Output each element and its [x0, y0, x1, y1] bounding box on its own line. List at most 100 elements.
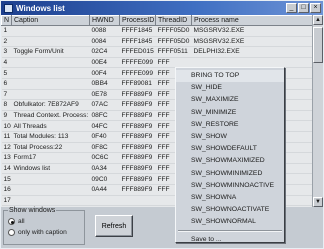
menu-item-sw-showmaximized[interactable]: SW_SHOWMAXIMIZED — [176, 155, 284, 167]
cell-processid: FFF889F9 — [119, 110, 156, 122]
cell-hwnd: 0F40 — [89, 131, 120, 143]
cell-threadid: FFFF0511 — [155, 46, 192, 58]
show-windows-group: Show windows all only with caption — [3, 207, 85, 245]
table-header-row: N Caption HWND ProcessID ThreadID Proces… — [1, 15, 312, 26]
menu-item-bring-to-top[interactable]: BRING TO TOP — [176, 70, 284, 83]
menu-item-sw-show[interactable]: SW_SHOW — [176, 131, 284, 143]
menu-separator — [178, 230, 282, 233]
cell-caption: Obfulkator: 7E872AF9 — [11, 99, 90, 111]
cell-n: 7 — [1, 89, 12, 101]
maximize-button[interactable]: □ — [298, 3, 309, 13]
title-bar[interactable]: Windows list _ □ × — [1, 1, 323, 15]
column-header-process-name[interactable]: Process name — [191, 15, 312, 26]
cell-caption — [11, 195, 90, 207]
menu-item-sw-showdefault[interactable]: SW_SHOWDEFAULT — [176, 143, 284, 155]
vertical-scrollbar[interactable]: ▲ ▼ — [312, 15, 323, 207]
menu-item-sw-hide[interactable]: SW_HIDE — [176, 82, 284, 94]
cell-caption — [11, 36, 90, 48]
cell-hwnd: 0A44 — [89, 184, 120, 196]
cell-n: 12 — [1, 142, 12, 154]
cell-n: 9 — [1, 110, 12, 122]
cell-hwnd: 0A34 — [89, 163, 120, 175]
cell-n: 11 — [1, 131, 12, 143]
radio-all-label: all — [18, 218, 25, 225]
cell-hwnd: 0E78 — [89, 89, 120, 101]
cell-hwnd: 0084 — [89, 36, 120, 48]
cell-caption: Total Modules: 113 — [11, 131, 90, 143]
cell-hwnd: 00E4 — [89, 57, 120, 69]
cell-n: 14 — [1, 163, 12, 175]
cell-caption: Windows list — [11, 163, 90, 175]
cell-caption — [11, 173, 90, 185]
cell-hwnd: 0BB4 — [89, 78, 120, 90]
refresh-button[interactable]: Refresh — [95, 215, 133, 237]
table-row[interactable]: 2 0084 FFFF1845 FFFF05D0 MSGSRV32.EXE — [1, 36, 312, 48]
menu-item-save-to[interactable]: Save to ... — [176, 234, 284, 246]
cell-n: 1 — [1, 25, 12, 37]
cell-processid: FFF889F9 — [119, 163, 156, 175]
column-header-caption[interactable]: Caption — [11, 15, 90, 26]
radio-only-with-caption[interactable]: only with caption — [8, 227, 80, 238]
minimize-button[interactable]: _ — [286, 3, 297, 13]
cell-n: 15 — [1, 173, 12, 185]
scroll-down-icon[interactable]: ▼ — [313, 197, 323, 207]
cell-processid: FFF889F9 — [119, 173, 156, 185]
cell-processid: FFF889F9 — [119, 152, 156, 164]
cell-processid: FFF889F9 — [119, 131, 156, 143]
radio-all-dot[interactable] — [8, 218, 15, 225]
radio-caption-dot[interactable] — [8, 229, 15, 236]
scroll-up-icon[interactable]: ▲ — [313, 15, 323, 25]
cell-n: 2 — [1, 36, 12, 48]
column-header-hwnd[interactable]: HWND — [89, 15, 120, 26]
cell-caption: Thread Context. Process: — [11, 110, 90, 122]
column-header-n[interactable]: N — [1, 15, 12, 26]
cell-caption: Total Process:22 — [11, 142, 90, 154]
cell-caption — [11, 184, 90, 196]
cell-processid: FFFF1845 — [119, 36, 156, 48]
cell-caption: Form17 — [11, 152, 90, 164]
cell-caption — [11, 89, 90, 101]
cell-n: 16 — [1, 184, 12, 196]
cell-threadid: FFFF05D0 — [155, 36, 192, 48]
menu-item-sw-minimize[interactable]: SW_MINIMIZE — [176, 107, 284, 119]
cell-hwnd: 07AC — [89, 99, 120, 111]
menu-item-sw-maximize[interactable]: SW_MAXIMIZE — [176, 94, 284, 106]
menu-item-sw-showminnoactive[interactable]: SW_SHOWMINNOACTIVE — [176, 180, 284, 192]
table-row[interactable]: 3 Toggle Form/Unit 02C4 FFFED015 FFFF0511 DEL… — [1, 46, 312, 58]
cell-caption — [11, 67, 90, 79]
cell-caption: All Threads — [11, 120, 90, 132]
menu-item-sw-showna[interactable]: SW_SHOWNA — [176, 192, 284, 204]
menu-item-sw-restore[interactable]: SW_RESTORE — [176, 119, 284, 131]
cell-processid: FFF89081 — [119, 78, 156, 90]
cell-processid: FFFFE099 — [119, 57, 156, 69]
column-header-threadid[interactable]: ThreadID — [155, 15, 192, 26]
cell-process-name: MSGSRV32.EXE — [191, 25, 312, 37]
cell-process-name: MSGSRV32.EXE — [191, 36, 312, 48]
cell-n: 10 — [1, 120, 12, 132]
cell-processid — [119, 195, 156, 207]
context-menu: BRING TO TOP SW_HIDE SW_MAXIMIZE SW_MINIMIZ… — [175, 67, 285, 243]
cell-processid: FFF889F9 — [119, 184, 156, 196]
app-icon — [4, 3, 13, 13]
show-windows-legend: Show windows — [9, 207, 56, 214]
cell-process-name: DELPHI32.EXE — [191, 46, 312, 58]
windows-list-window: Windows list _ □ × N Caption HWND Proces… — [0, 0, 324, 249]
cell-processid: FFFFE099 — [119, 67, 156, 79]
cell-n: 3 — [1, 46, 12, 58]
menu-item-sw-showminimized[interactable]: SW_SHOWMINIMIZED — [176, 168, 284, 180]
scroll-thumb[interactable] — [313, 27, 323, 63]
close-button[interactable]: × — [310, 3, 321, 13]
table-row[interactable]: 1 0088 FFFF1845 FFFF05D0 MSGSRV32.EXE — [1, 25, 312, 37]
cell-hwnd — [89, 195, 120, 207]
cell-n: 13 — [1, 152, 12, 164]
menu-item-sw-shownormal[interactable]: SW_SHOWNORMAL — [176, 216, 284, 228]
menu-item-sw-shownoactivate[interactable]: SW_SHOWNOACTIVATE — [176, 204, 284, 216]
radio-all[interactable]: all — [8, 216, 80, 227]
cell-hwnd: 0088 — [89, 25, 120, 37]
cell-hwnd: 08FC — [89, 110, 120, 122]
column-header-processid[interactable]: ProcessID — [119, 15, 156, 26]
cell-hwnd: 0C6C — [89, 152, 120, 164]
cell-n: 4 — [1, 57, 12, 69]
cell-hwnd: 0F8C — [89, 142, 120, 154]
cell-hwnd: 00F4 — [89, 67, 120, 79]
